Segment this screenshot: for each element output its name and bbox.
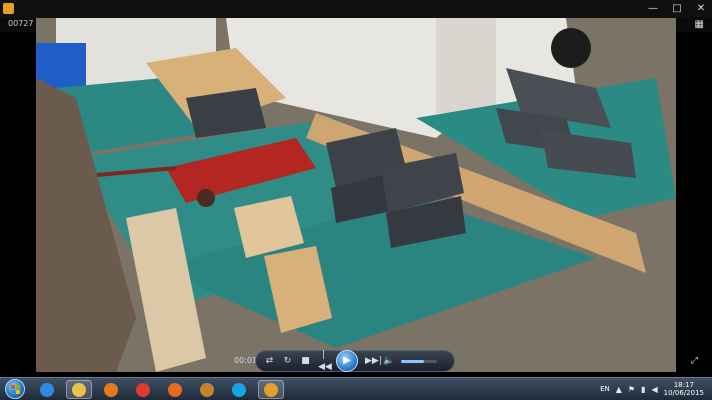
taskbar-file-explorer[interactable] <box>66 380 92 399</box>
taskbar-app[interactable] <box>194 380 220 399</box>
taskbar-skype[interactable] <box>226 380 252 399</box>
media-player-icon <box>104 382 118 397</box>
skype-icon <box>232 382 246 397</box>
stop-icon[interactable]: ■ <box>300 355 311 367</box>
start-button[interactable] <box>5 379 25 399</box>
volume-icon[interactable]: ◀ <box>651 385 657 394</box>
firefox-icon <box>168 382 182 397</box>
taskbar-chrome[interactable] <box>130 380 156 399</box>
network-icon[interactable]: ▮ <box>641 385 645 394</box>
taskbar-firefox[interactable] <box>162 380 188 399</box>
close-button[interactable]: ✕ <box>694 2 708 15</box>
title-bar[interactable]: — □ ✕ <box>0 0 712 18</box>
grid-icon[interactable]: ▦ <box>695 19 704 30</box>
minimize-button[interactable]: — <box>646 2 660 15</box>
system-tray: EN ▲ ⚑ ▮ ◀ 18:17 10/06/2015 <box>600 378 712 400</box>
previous-icon[interactable]: |◀◀ <box>318 349 332 373</box>
fullscreen-icon[interactable]: ⤢ <box>691 356 698 366</box>
clock-date: 10/06/2015 <box>663 389 704 397</box>
playback-controls: ⇄ ↻ ■ |◀◀ ▶ ▶▶| 🔈 <box>255 350 455 372</box>
video-scene <box>36 18 676 372</box>
taskbar: EN ▲ ⚑ ▮ ◀ 18:17 10/06/2015 <box>0 377 712 400</box>
volume-icon[interactable]: 🔈 <box>383 355 394 367</box>
next-icon[interactable]: ▶▶| <box>365 355 382 367</box>
clock[interactable]: 18:17 10/06/2015 <box>664 381 704 397</box>
elapsed-time: 00:01 <box>234 356 258 365</box>
internet-explorer-icon <box>40 382 54 397</box>
clock-time: 18:17 <box>673 381 694 389</box>
language-indicator[interactable]: EN <box>600 385 610 393</box>
file-label: 00727 <box>8 19 34 28</box>
shuffle-icon[interactable]: ⇄ <box>264 355 275 367</box>
video-player-icon <box>264 382 278 397</box>
taskbar-internet-explorer[interactable] <box>34 380 60 399</box>
media-player-window: — □ ✕ 00727 ▦ 00:01 ⇄ ↻ ■ |◀◀ ▶ ▶▶| 🔈 ⤢ … <box>0 0 712 400</box>
taskbar-video-player[interactable] <box>258 380 284 399</box>
app-icon <box>200 382 214 397</box>
player-app-icon <box>3 3 14 14</box>
repeat-icon[interactable]: ↻ <box>282 355 293 367</box>
volume-slider-fill <box>401 359 425 363</box>
video-frame[interactable] <box>36 18 676 372</box>
taskbar-media-player[interactable] <box>98 380 124 399</box>
flag-icon[interactable]: ⚑ <box>628 385 635 394</box>
maximize-button[interactable]: □ <box>670 2 684 15</box>
file-explorer-icon <box>72 382 86 397</box>
chevron-up-icon[interactable]: ▲ <box>616 385 622 394</box>
window-controls: — □ ✕ <box>646 2 708 15</box>
volume-slider[interactable] <box>401 359 437 363</box>
play-button[interactable]: ▶ <box>336 350 358 372</box>
chrome-icon <box>136 382 150 397</box>
